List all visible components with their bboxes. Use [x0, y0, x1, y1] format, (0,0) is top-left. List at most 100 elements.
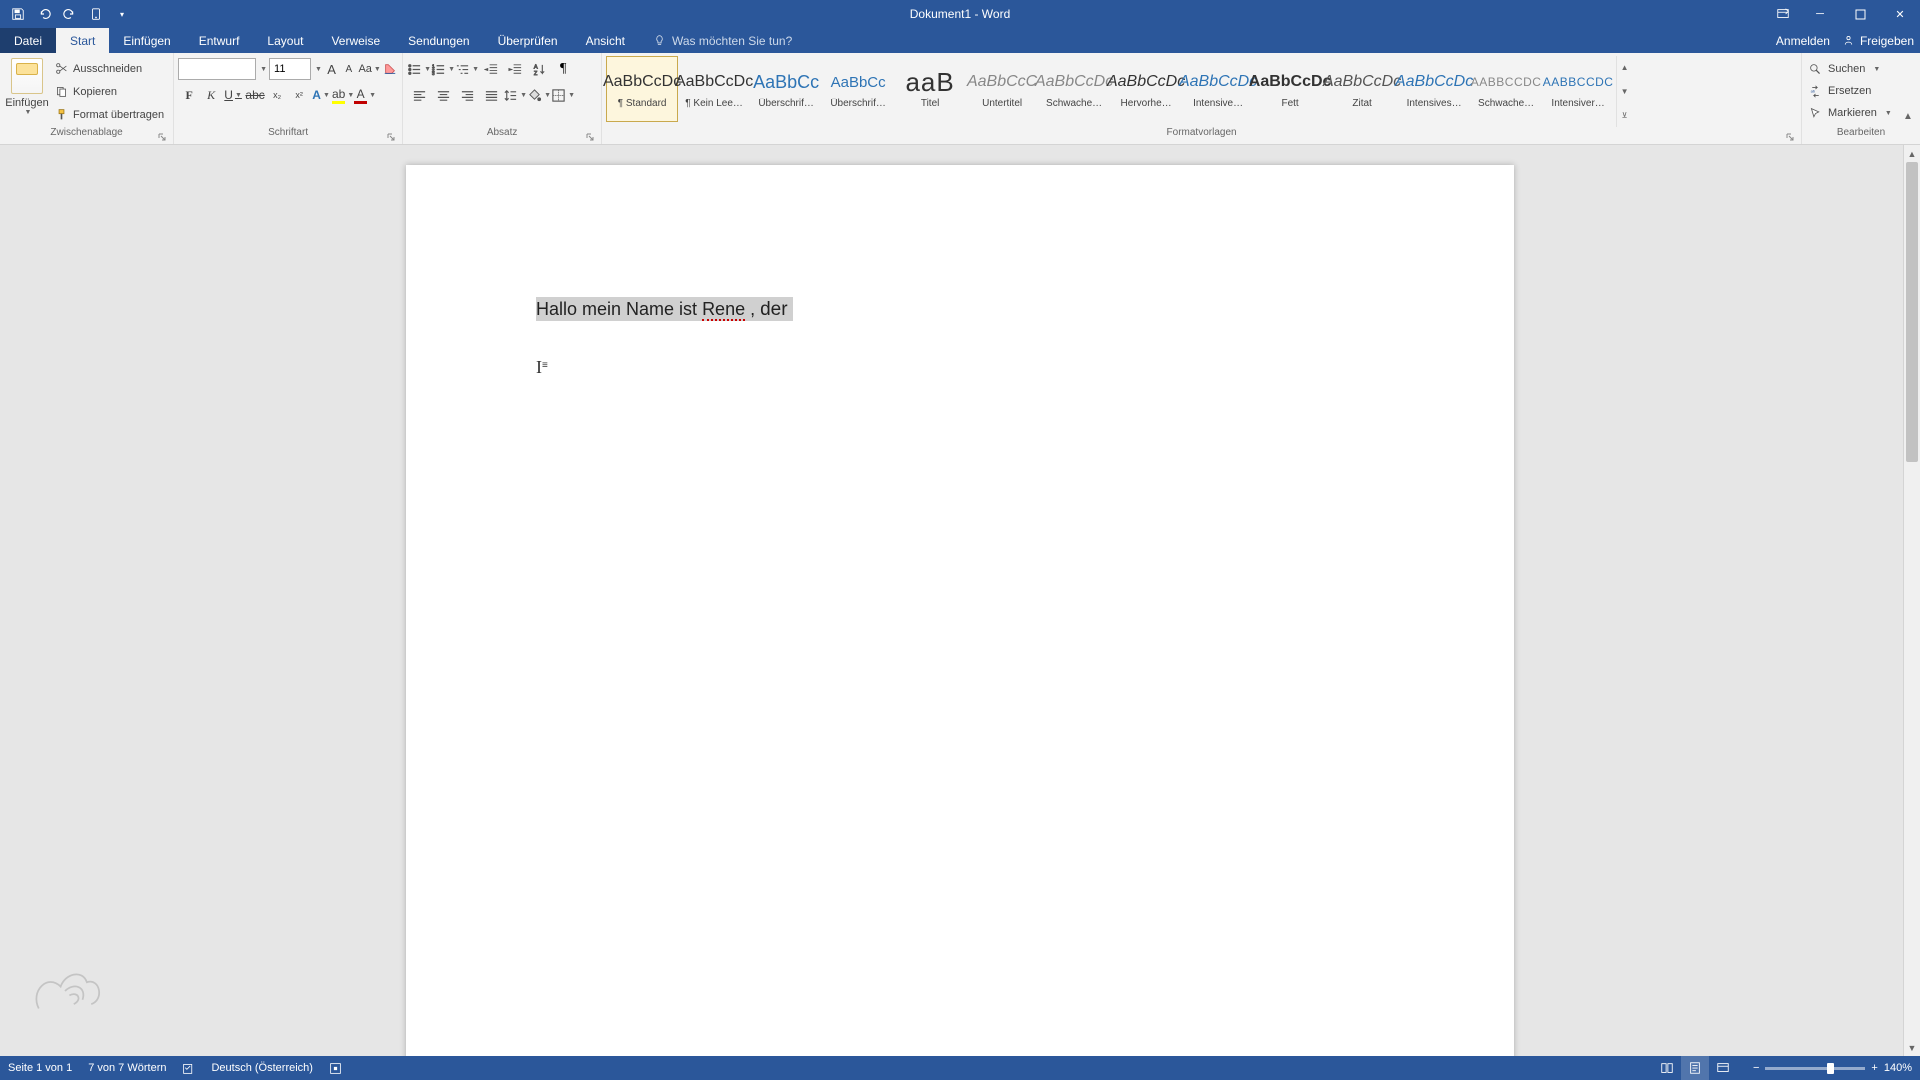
style-item-4[interactable]: aaBTitel [894, 56, 966, 122]
highlight-button[interactable]: ab▼ [332, 84, 354, 106]
style-item-6[interactable]: AaBbCcDcSchwache… [1038, 56, 1110, 122]
status-macro[interactable] [329, 1062, 342, 1075]
borders-button[interactable]: ▼ [551, 84, 575, 106]
font-size-dropdown[interactable]: ▼ [315, 66, 322, 73]
styles-more-1[interactable]: ▼ [1617, 80, 1632, 104]
undo-icon[interactable] [32, 2, 56, 26]
document-text[interactable]: Hallo mein Name ist Rene , der [536, 295, 1384, 325]
grow-font-button[interactable]: A [324, 58, 339, 80]
paragraph-launcher[interactable] [584, 131, 596, 143]
bullets-button[interactable]: ▼ [407, 58, 431, 80]
align-right-button[interactable] [455, 84, 479, 106]
redo-icon[interactable] [58, 2, 82, 26]
font-name-dropdown[interactable]: ▼ [260, 66, 267, 73]
close-button[interactable]: ✕ [1880, 0, 1920, 28]
tab-review[interactable]: Überprüfen [484, 28, 572, 53]
status-page[interactable]: Seite 1 von 1 [8, 1062, 72, 1074]
view-read-mode[interactable] [1653, 1056, 1681, 1080]
tab-start[interactable]: Start [56, 28, 109, 53]
signin-link[interactable]: Anmelden [1776, 34, 1830, 48]
shading-button[interactable]: ▼ [527, 84, 551, 106]
shrink-font-button[interactable]: A [341, 58, 356, 80]
style-item-1[interactable]: AaBbCcDc¶ Kein Lee… [678, 56, 750, 122]
style-item-11[interactable]: AaBbCcDcIntensives… [1398, 56, 1470, 122]
scroll-down-icon[interactable]: ▼ [1904, 1039, 1920, 1056]
styles-more-2[interactable]: ⊻ [1617, 103, 1632, 127]
touch-mode-icon[interactable] [84, 2, 108, 26]
change-case-button[interactable]: Aa▼ [358, 58, 380, 80]
status-word-count[interactable]: 7 von 7 Wörtern [88, 1062, 166, 1074]
zoom-level[interactable]: 140% [1884, 1062, 1912, 1074]
qat-customize-icon[interactable]: ▾ [110, 2, 134, 26]
align-center-button[interactable] [431, 84, 455, 106]
style-item-7[interactable]: AaBbCcDcHervorhe… [1110, 56, 1182, 122]
view-web-layout[interactable] [1709, 1056, 1737, 1080]
collapse-ribbon-button[interactable]: ▲ [1899, 108, 1917, 124]
style-item-0[interactable]: AaBbCcDc¶ Standard [606, 56, 678, 122]
clear-formatting-button[interactable] [383, 58, 398, 80]
decrease-indent-button[interactable] [479, 58, 503, 80]
view-print-layout[interactable] [1681, 1056, 1709, 1080]
minimize-button[interactable]: ─ [1800, 0, 1840, 28]
share-button[interactable]: Freigeben [1842, 34, 1914, 48]
cut-button[interactable]: Ausschneiden [52, 59, 167, 79]
tab-insert[interactable]: Einfügen [109, 28, 184, 53]
copy-button[interactable]: Kopieren [52, 82, 167, 102]
zoom-slider[interactable] [1765, 1067, 1865, 1070]
text-effects-button[interactable]: A▼ [310, 84, 332, 106]
save-icon[interactable] [6, 2, 30, 26]
bold-button[interactable]: F [178, 84, 200, 106]
superscript-button[interactable]: x² [288, 84, 310, 106]
tab-view[interactable]: Ansicht [572, 28, 639, 53]
increase-indent-button[interactable] [503, 58, 527, 80]
font-launcher[interactable] [385, 131, 397, 143]
find-button[interactable]: Suchen▼ [1806, 58, 1916, 80]
tab-references[interactable]: Verweise [317, 28, 394, 53]
clipboard-launcher[interactable] [156, 131, 168, 143]
replace-button[interactable]: ab Ersetzen [1806, 80, 1916, 102]
numbering-button[interactable]: 123▼ [431, 58, 455, 80]
document-page[interactable]: Hallo mein Name ist Rene , der I≡ [406, 165, 1514, 1056]
tab-file[interactable]: Datei [0, 28, 56, 53]
scrollbar-thumb[interactable] [1906, 162, 1918, 462]
styles-more-0[interactable]: ▲ [1617, 56, 1632, 80]
style-item-13[interactable]: AABBCCDCIntensiver… [1542, 56, 1614, 122]
style-item-5[interactable]: AaBbCcCUntertitel [966, 56, 1038, 122]
styles-launcher[interactable] [1784, 131, 1796, 143]
sort-button[interactable]: AZ [527, 58, 551, 80]
spelling-error[interactable]: Rene [702, 299, 745, 321]
vertical-scrollbar[interactable]: ▲ ▼ [1903, 145, 1920, 1056]
style-item-2[interactable]: AaBbCcÜberschrif… [750, 56, 822, 122]
zoom-slider-thumb[interactable] [1827, 1063, 1834, 1074]
zoom-out-button[interactable]: − [1753, 1062, 1759, 1074]
strikethrough-button[interactable]: abc [244, 84, 266, 106]
tab-design[interactable]: Entwurf [185, 28, 254, 53]
font-size-combo[interactable] [269, 58, 311, 80]
style-item-9[interactable]: AaBbCcDcFett [1254, 56, 1326, 122]
line-spacing-button[interactable]: ▼ [503, 84, 527, 106]
justify-button[interactable] [479, 84, 503, 106]
status-language[interactable]: Deutsch (Österreich) [211, 1062, 312, 1074]
show-paragraph-marks-button[interactable]: ¶ [551, 58, 575, 80]
style-item-3[interactable]: AaBbCcÜberschrif… [822, 56, 894, 122]
zoom-in-button[interactable]: + [1871, 1062, 1877, 1074]
font-color-button[interactable]: A▼ [354, 84, 376, 106]
font-name-combo[interactable] [178, 58, 256, 80]
tab-mailings[interactable]: Sendungen [394, 28, 483, 53]
scroll-up-icon[interactable]: ▲ [1904, 145, 1920, 162]
style-item-8[interactable]: AaBbCcDcIntensive… [1182, 56, 1254, 122]
italic-button[interactable]: K [200, 84, 222, 106]
multilevel-list-button[interactable]: ▼ [455, 58, 479, 80]
style-item-12[interactable]: AABBCCDCSchwache… [1470, 56, 1542, 122]
tab-layout[interactable]: Layout [253, 28, 317, 53]
style-item-10[interactable]: AaBbCcDcZitat [1326, 56, 1398, 122]
selected-text[interactable]: Hallo mein Name ist Rene , der [536, 297, 793, 321]
status-proofing[interactable] [182, 1062, 195, 1075]
format-painter-button[interactable]: Format übertragen [52, 105, 167, 125]
paste-button[interactable]: Einfügen ▼ [4, 56, 50, 127]
align-left-button[interactable] [407, 84, 431, 106]
maximize-button[interactable] [1840, 0, 1880, 28]
subscript-button[interactable]: x₂ [266, 84, 288, 106]
ribbon-display-options-icon[interactable] [1766, 0, 1800, 28]
underline-button[interactable]: U▼ [222, 84, 244, 106]
